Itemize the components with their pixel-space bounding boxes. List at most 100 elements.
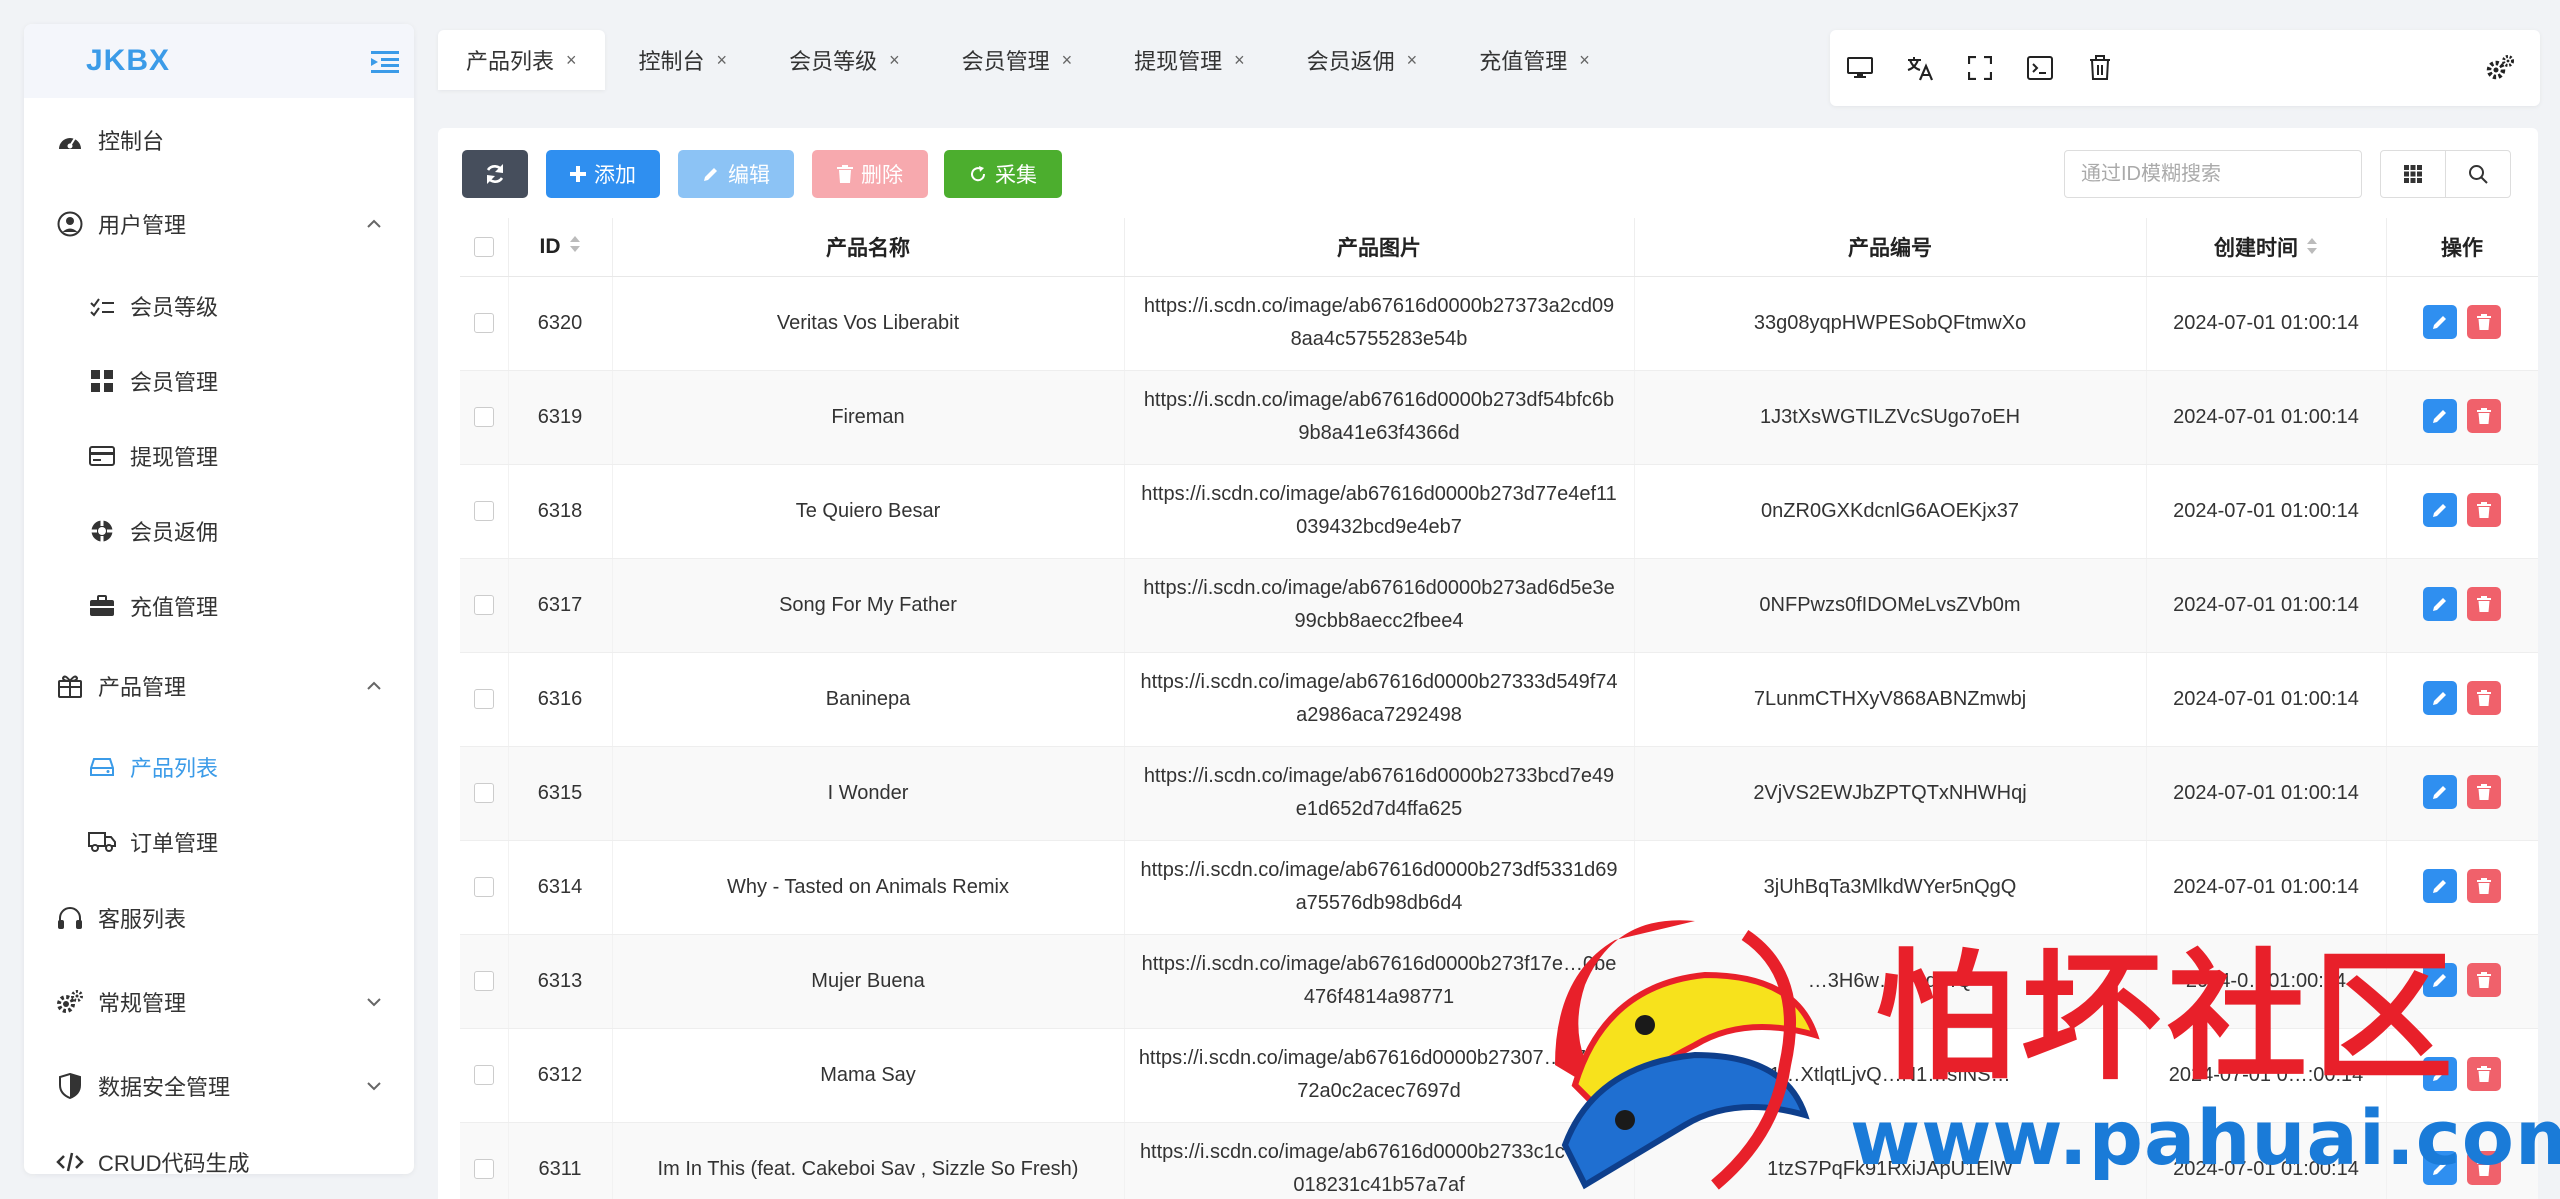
table-row[interactable]: 6319 Fireman https://i.scdn.co/image/ab676… [460, 370, 2538, 465]
row-select-cell[interactable] [460, 652, 509, 747]
row-delete-button[interactable] [2467, 399, 2501, 433]
tab-dashboard[interactable]: 控制台 × [611, 30, 756, 90]
table-row[interactable]: 6320 Veritas Vos Liberabit https://i.scdn.… [460, 276, 2538, 371]
table-row[interactable]: 6317 Song For My Father https://i.scdn.co/… [460, 558, 2538, 653]
sidebar-item-member-management[interactable]: 会员管理 [24, 353, 414, 409]
sidebar-item-recharge-management[interactable]: 充值管理 [24, 578, 414, 634]
close-icon[interactable]: × [1579, 50, 1590, 71]
column-header-created[interactable]: 创建时间 [2146, 218, 2387, 277]
select-all-cell[interactable] [460, 218, 509, 277]
row-select-cell[interactable] [460, 746, 509, 841]
row-select-cell[interactable] [460, 1028, 509, 1123]
sidebar-item-dashboard[interactable]: 控制台 [24, 112, 414, 168]
close-icon[interactable]: × [889, 50, 900, 71]
search-input[interactable] [2064, 150, 2362, 198]
tab-member-management[interactable]: 会员管理 × [934, 30, 1101, 90]
tab-member-level[interactable]: 会员等级 × [761, 30, 928, 90]
tab-member-rebate[interactable]: 会员返佣 × [1279, 30, 1446, 90]
sidebar-item-customer-service[interactable]: 客服列表 [24, 890, 414, 946]
sidebar-item-withdraw-management[interactable]: 提现管理 [24, 428, 414, 484]
close-icon[interactable]: × [566, 50, 577, 71]
row-edit-button[interactable] [2423, 963, 2457, 997]
column-toggle-button[interactable] [2380, 150, 2446, 198]
row-edit-button[interactable] [2423, 681, 2457, 715]
tab-recharge-management[interactable]: 充值管理 × [1451, 30, 1618, 90]
sidebar-item-product-management[interactable]: 产品管理 [24, 658, 414, 714]
menu-toggle-icon[interactable] [370, 46, 400, 76]
table-row[interactable]: 6315 I Wonder https://i.scdn.co/image/ab67… [460, 746, 2538, 841]
row-delete-button[interactable] [2467, 963, 2501, 997]
row-checkbox[interactable] [474, 689, 494, 710]
table-row[interactable]: 6318 Te Quiero Besar https://i.scdn.co/ima… [460, 464, 2538, 559]
row-checkbox[interactable] [474, 877, 494, 898]
row-delete-button[interactable] [2467, 305, 2501, 339]
row-edit-button[interactable] [2423, 1151, 2457, 1185]
sidebar-item-user-management[interactable]: 用户管理 [24, 196, 414, 252]
sidebar-item-member-level[interactable]: 会员等级 [24, 278, 414, 334]
sidebar-item-data-security[interactable]: 数据安全管理 [24, 1058, 414, 1114]
table-row[interactable]: 6316 Baninepa https://i.scdn.co/image/ab67… [460, 652, 2538, 747]
sidebar-item-member-rebate[interactable]: 会员返佣 [24, 503, 414, 559]
add-button[interactable]: 添加 [546, 150, 660, 198]
translate-icon[interactable] [1904, 52, 1936, 84]
row-edit-button[interactable] [2423, 493, 2457, 527]
monitor-icon[interactable] [1844, 52, 1876, 84]
row-delete-button[interactable] [2467, 493, 2501, 527]
sidebar-item-crud-generator[interactable]: CRUD代码生成 [24, 1134, 414, 1174]
row-edit-button[interactable] [2423, 1057, 2457, 1091]
close-icon[interactable]: × [1407, 50, 1418, 71]
row-select-cell[interactable] [460, 840, 509, 935]
sort-icon[interactable] [2306, 237, 2318, 261]
tab-product-list[interactable]: 产品列表 × [438, 30, 605, 90]
sort-icon[interactable] [569, 235, 581, 259]
collect-button[interactable]: 采集 [944, 150, 1062, 198]
row-checkbox[interactable] [474, 313, 494, 334]
fullscreen-icon[interactable] [1964, 52, 1996, 84]
close-icon[interactable]: × [1062, 50, 1073, 71]
row-checkbox[interactable] [474, 1159, 494, 1180]
table-row[interactable]: 6313 Mujer Buena https://i.scdn.co/image/a… [460, 934, 2538, 1029]
row-select-cell[interactable] [460, 934, 509, 1029]
row-delete-button[interactable] [2467, 869, 2501, 903]
sidebar-item-general-management[interactable]: 常规管理 [24, 974, 414, 1030]
trash-icon[interactable] [2084, 52, 2116, 84]
row-select-cell[interactable] [460, 276, 509, 371]
row-edit-button[interactable] [2423, 587, 2457, 621]
terminal-icon[interactable] [2024, 52, 2056, 84]
logo[interactable]: JKBX [86, 44, 170, 78]
row-delete-button[interactable] [2467, 775, 2501, 809]
table-row[interactable]: 6314 Why - Tasted on Animals Remix https:/… [460, 840, 2538, 935]
row-select-cell[interactable] [460, 370, 509, 465]
row-checkbox[interactable] [474, 971, 494, 992]
refresh-button[interactable] [462, 150, 528, 198]
row-checkbox[interactable] [474, 783, 494, 804]
search-button[interactable] [2445, 150, 2511, 198]
row-select-cell[interactable] [460, 464, 509, 559]
close-icon[interactable]: × [717, 50, 728, 71]
row-select-cell[interactable] [460, 558, 509, 653]
tab-withdraw-management[interactable]: 提现管理 × [1106, 30, 1273, 90]
select-all-checkbox[interactable] [473, 237, 494, 258]
row-checkbox[interactable] [474, 1065, 494, 1086]
row-delete-button[interactable] [2467, 587, 2501, 621]
sidebar-item-order-management[interactable]: 订单管理 [24, 814, 414, 870]
table-row[interactable]: 6312 Mama Say https://i.scdn.co/image/ab67… [460, 1028, 2538, 1123]
row-checkbox[interactable] [474, 595, 494, 616]
edit-button[interactable]: 编辑 [678, 150, 794, 198]
row-select-cell[interactable] [460, 1122, 509, 1199]
column-header-id[interactable]: ID [508, 218, 613, 277]
table-row[interactable]: 6311 Im In This (feat. Cakeboi Sav , Sizz… [460, 1122, 2538, 1199]
delete-button[interactable]: 删除 [812, 150, 928, 198]
settings-gears-icon[interactable] [2484, 52, 2516, 84]
row-edit-button[interactable] [2423, 869, 2457, 903]
row-checkbox[interactable] [474, 407, 494, 428]
row-delete-button[interactable] [2467, 681, 2501, 715]
row-delete-button[interactable] [2467, 1151, 2501, 1185]
row-edit-button[interactable] [2423, 399, 2457, 433]
row-delete-button[interactable] [2467, 1057, 2501, 1091]
row-checkbox[interactable] [474, 501, 494, 522]
sidebar-item-product-list[interactable]: 产品列表 [24, 739, 414, 795]
close-icon[interactable]: × [1234, 50, 1245, 71]
row-edit-button[interactable] [2423, 305, 2457, 339]
row-edit-button[interactable] [2423, 775, 2457, 809]
